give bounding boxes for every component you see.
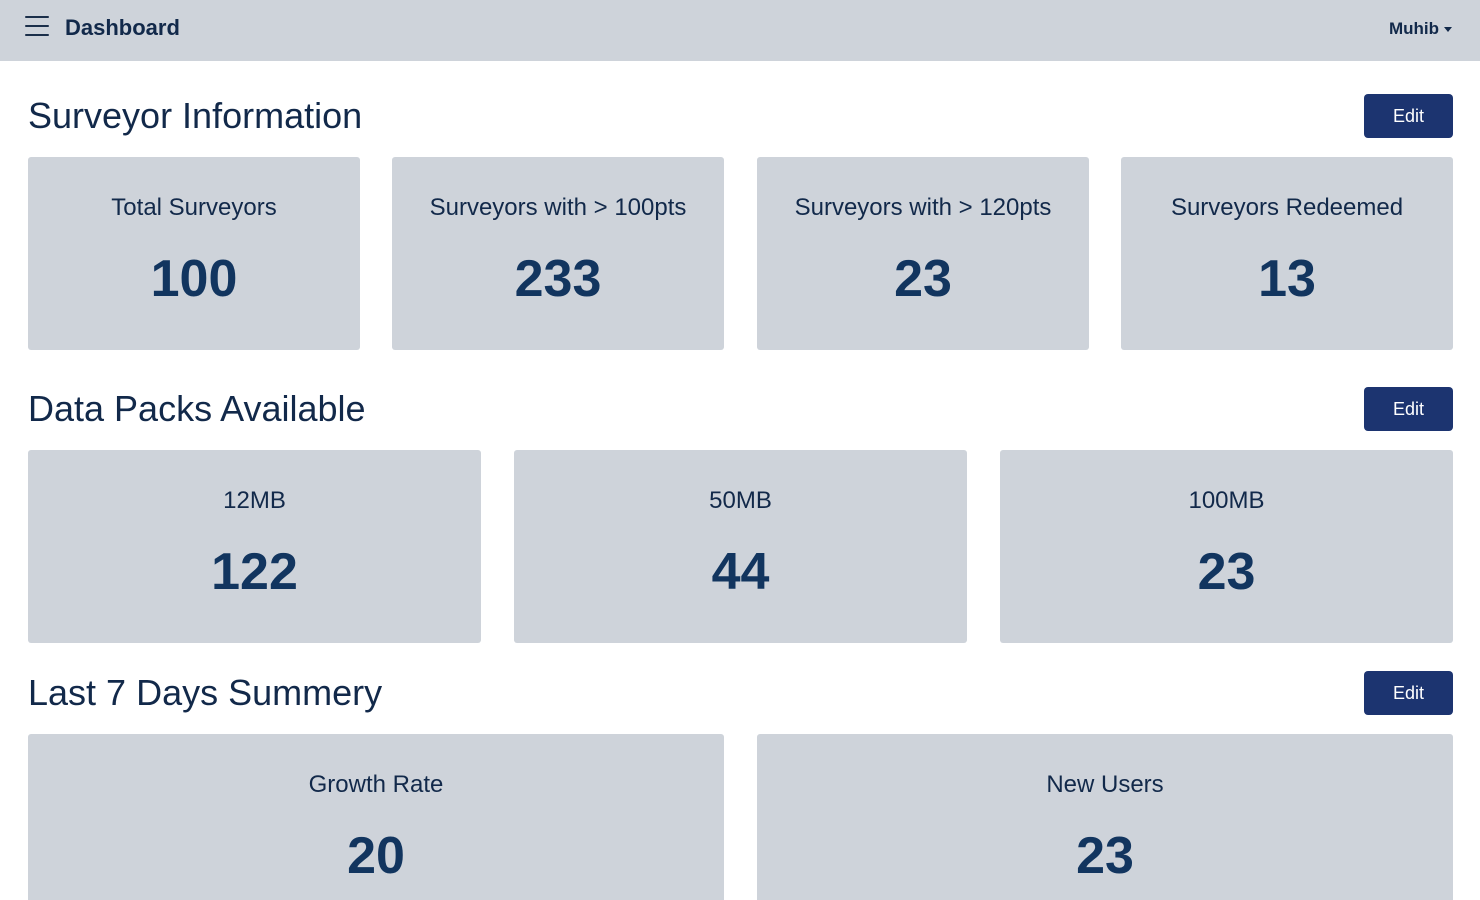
stat-card-label: 100MB	[1188, 487, 1265, 514]
stat-card-surveyors-redeemed: Surveyors Redeemed 13	[1121, 157, 1453, 350]
stat-card-label: 12MB	[223, 487, 286, 514]
stat-card-total-surveyors: Total Surveyors 100	[28, 157, 360, 350]
user-name: Muhib	[1388, 19, 1439, 38]
edit-surveyor-information-button[interactable]: Edit	[1364, 94, 1453, 138]
stat-card-value: 100	[150, 250, 238, 308]
stat-card-growth-rate: Growth Rate 20	[28, 734, 724, 900]
edit-last-7-days-button[interactable]: Edit	[1364, 671, 1453, 715]
section-title-surveyor-information: Surveyor Information	[28, 95, 363, 136]
stat-card-surveyors-over-100pts: Surveyors with > 100pts 233	[392, 157, 724, 350]
stat-card-value: 13	[1258, 250, 1316, 308]
stat-card-value: 23	[894, 250, 952, 308]
stat-card-12mb: 12MB 122	[28, 450, 481, 643]
stat-card-label: 50MB	[709, 487, 772, 514]
stat-card-label: Surveyors with > 100pts	[429, 194, 687, 221]
stat-card-label: Growth Rate	[308, 771, 444, 798]
stat-card-50mb: 50MB 44	[514, 450, 967, 643]
stat-card-value: 23	[1076, 827, 1134, 885]
top-navbar: Dashboard Muhib	[0, 0, 1480, 61]
edit-data-packs-button[interactable]: Edit	[1364, 387, 1453, 431]
stat-card-100mb: 100MB 23	[1000, 450, 1453, 643]
stat-card-value: 44	[711, 543, 770, 601]
stat-card-label: New Users	[1046, 771, 1164, 798]
user-dropdown[interactable]: Muhib	[1389, 18, 1452, 40]
hamburger-bar	[25, 16, 49, 18]
stat-card-surveyors-over-120pts: Surveyors with > 120pts 23	[757, 157, 1089, 350]
stat-card-label: Total Surveyors	[111, 194, 277, 221]
stat-card-label: Surveyors Redeemed	[1170, 194, 1404, 221]
page-title[interactable]: Dashboard	[65, 15, 180, 41]
stat-card-label: Surveyors with > 120pts	[794, 194, 1052, 221]
caret-down-icon	[1444, 26, 1452, 32]
stat-card-value: 233	[514, 250, 602, 308]
section-title-data-packs-available: Data Packs Available	[28, 388, 366, 429]
stat-card-value: 23	[1197, 543, 1256, 601]
hamburger-bar	[25, 25, 49, 27]
stat-card-value: 20	[347, 827, 405, 885]
stat-card-new-users: New Users 23	[757, 734, 1453, 900]
hamburger-bar	[25, 34, 49, 36]
hamburger-menu-icon[interactable]	[23, 14, 52, 40]
section-title-last-7-days-summary: Last 7 Days Summery	[28, 672, 383, 713]
stat-card-value: 122	[211, 543, 298, 601]
